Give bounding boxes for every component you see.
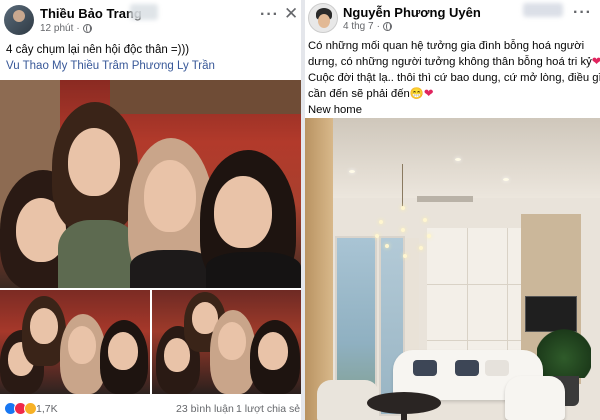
author-name[interactable]: Thiều Bảo Trang (40, 6, 142, 21)
post-text-line: Cuộc đời thật lạ.. thôi thì cứ bao dung,… (308, 72, 600, 84)
person-face (258, 332, 288, 370)
post-header: Thiều Bảo Trang 12 phút · ··· ✕ (0, 0, 301, 40)
wall-panel (110, 80, 301, 114)
grin-emoji: 😁 (409, 88, 424, 100)
group-photo-3[interactable] (152, 290, 301, 394)
living-room-photo[interactable] (305, 118, 600, 420)
more-options-icon[interactable]: ··· (573, 4, 592, 22)
ceiling (305, 118, 600, 198)
more-options-icon[interactable]: ··· (260, 6, 279, 24)
post-meta: 4 thg 7 · (343, 21, 392, 32)
left-post: Thiều Bảo Trang 12 phút · ··· ✕ 4 cây ch… (0, 0, 301, 420)
post-text-line: dưng, có những người tưởng không thân bỗ… (308, 56, 600, 68)
television (525, 296, 577, 332)
right-post: Nguyễn Phương Uyên 4 thg 7 · ··· Có nhữn… (305, 0, 600, 420)
author-name[interactable]: Nguyễn Phương Uyên (343, 5, 481, 20)
author-avatar[interactable] (4, 5, 34, 35)
coffee-table-leg (401, 408, 407, 420)
chandelier (375, 164, 431, 260)
blurred-region (523, 3, 563, 17)
post-text: Có những mối quan hệ tưởng gia đình bỗng… (308, 38, 600, 118)
close-icon[interactable]: ✕ (284, 4, 298, 24)
armchair (505, 376, 565, 420)
person-face (144, 160, 196, 232)
post-time[interactable]: 12 phút (40, 23, 73, 34)
post-time[interactable]: 4 thg 7 (343, 21, 374, 32)
person-face (218, 322, 246, 360)
heart-emoji: ❤ (591, 56, 600, 68)
reaction-count[interactable]: 1,7K (36, 403, 58, 415)
share-count[interactable]: 1 lượt chia sẻ (236, 403, 300, 415)
cushion (455, 360, 479, 376)
globe-icon (82, 24, 92, 33)
heart-emoji: ❤ (423, 88, 434, 100)
ceiling-light (455, 158, 461, 161)
post-text-line: Có những mối quan hệ tưởng gia đình bỗng… (308, 40, 585, 52)
post-meta: 12 phút · (40, 23, 92, 34)
person-face (214, 176, 272, 248)
comment-count[interactable]: 23 bình luận (176, 403, 234, 415)
ceiling-light (349, 170, 355, 173)
ceiling-vent (417, 196, 473, 202)
group-photo-main[interactable] (0, 80, 301, 288)
ceiling-light (503, 178, 509, 181)
post-footer: 1,7K 23 bình luận 1 lượt chia sẻ (0, 394, 301, 420)
person-face (68, 326, 96, 364)
wood-wall (305, 118, 333, 420)
blurred-region (130, 4, 158, 20)
tagged-people[interactable]: Vu Thao My Thiều Trâm Phương Ly Trần (6, 60, 215, 72)
cushion (485, 360, 509, 376)
post-text: 4 cây chụm lại nên hội độc thân =))) (6, 44, 190, 56)
group-photo-2[interactable] (0, 290, 150, 394)
post-text-line: New home (308, 104, 362, 116)
reaction-icons[interactable] (4, 402, 37, 415)
globe-icon (382, 22, 392, 31)
person-face (68, 128, 120, 196)
plant (537, 328, 591, 378)
cushion (413, 360, 437, 376)
person-shirt (58, 220, 138, 288)
person-face (108, 332, 138, 370)
post-text-line: cần đến sẽ phải đến😁❤ (308, 88, 434, 100)
person-shirt (206, 252, 301, 288)
author-avatar[interactable] (308, 3, 338, 33)
person-face (30, 308, 58, 344)
